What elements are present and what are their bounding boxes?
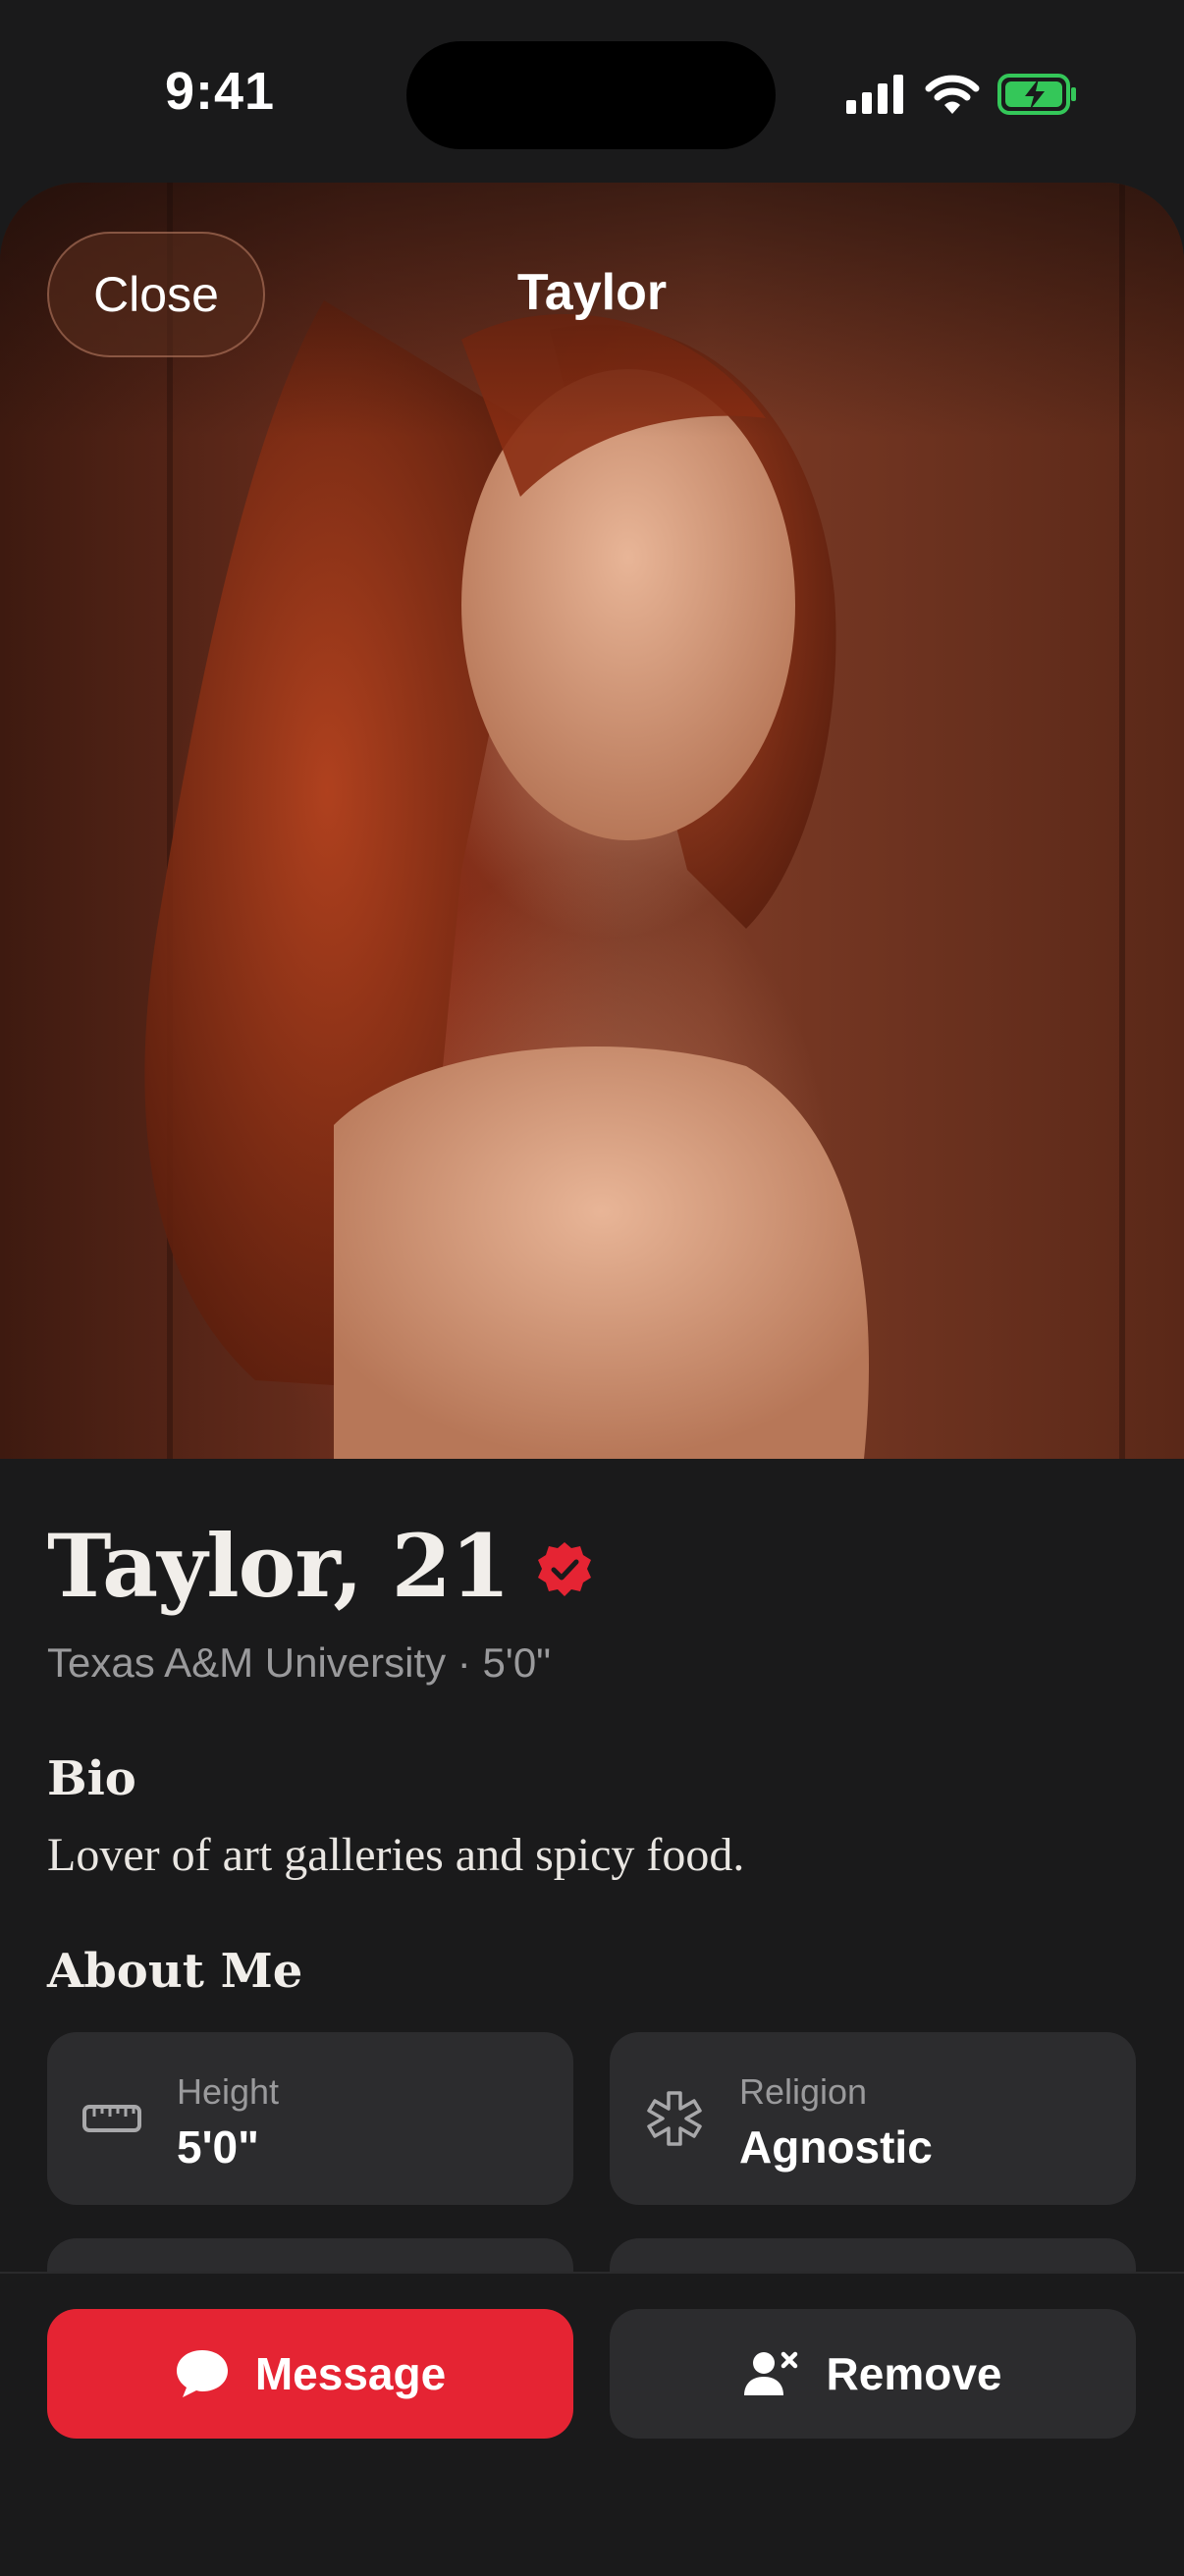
profile-photo[interactable]: Close Taylor bbox=[0, 183, 1184, 1459]
remove-user-icon bbox=[743, 2350, 801, 2397]
remove-button-label: Remove bbox=[826, 2348, 1002, 2399]
message-button-label: Message bbox=[254, 2348, 447, 2399]
about-card-value: Agnostic bbox=[739, 2121, 933, 2173]
profile-subline: Texas A&M University · 5'0" bbox=[47, 1639, 552, 1686]
name-row: Taylor, 21 bbox=[47, 1512, 594, 1620]
about-card-height: Height 5'0" bbox=[47, 2032, 573, 2205]
bio-heading: Bio bbox=[47, 1751, 136, 1806]
bio-text: Lover of art galleries and spicy food. bbox=[47, 1829, 745, 1881]
profile-name-age: Taylor, 21 bbox=[47, 1515, 511, 1617]
chat-bubble-icon bbox=[175, 2348, 230, 2399]
about-card-label: Religion bbox=[739, 2071, 868, 2112]
religion-icon bbox=[647, 2091, 702, 2146]
about-me-heading: About Me bbox=[47, 1944, 303, 1999]
about-card-value: 5'0" bbox=[177, 2121, 259, 2173]
header-title: Taylor bbox=[516, 264, 668, 321]
about-card-label: Height bbox=[177, 2071, 280, 2112]
verified-badge-icon bbox=[538, 1542, 592, 1596]
remove-button[interactable]: Remove bbox=[610, 2309, 1136, 2439]
status-bar: 9:41 bbox=[0, 0, 1184, 187]
message-button[interactable]: Message bbox=[47, 2309, 573, 2439]
ruler-icon bbox=[82, 2105, 141, 2132]
about-card-religion: Religion Agnostic bbox=[610, 2032, 1136, 2205]
wifi-icon bbox=[925, 75, 980, 114]
action-bar: Message Remove bbox=[0, 2272, 1184, 2576]
battery-charging-icon bbox=[997, 74, 1076, 115]
status-icons bbox=[846, 71, 1082, 120]
status-time: 9:41 bbox=[165, 62, 276, 121]
cellular-signal-icon bbox=[846, 75, 903, 114]
dynamic-island bbox=[406, 41, 776, 149]
